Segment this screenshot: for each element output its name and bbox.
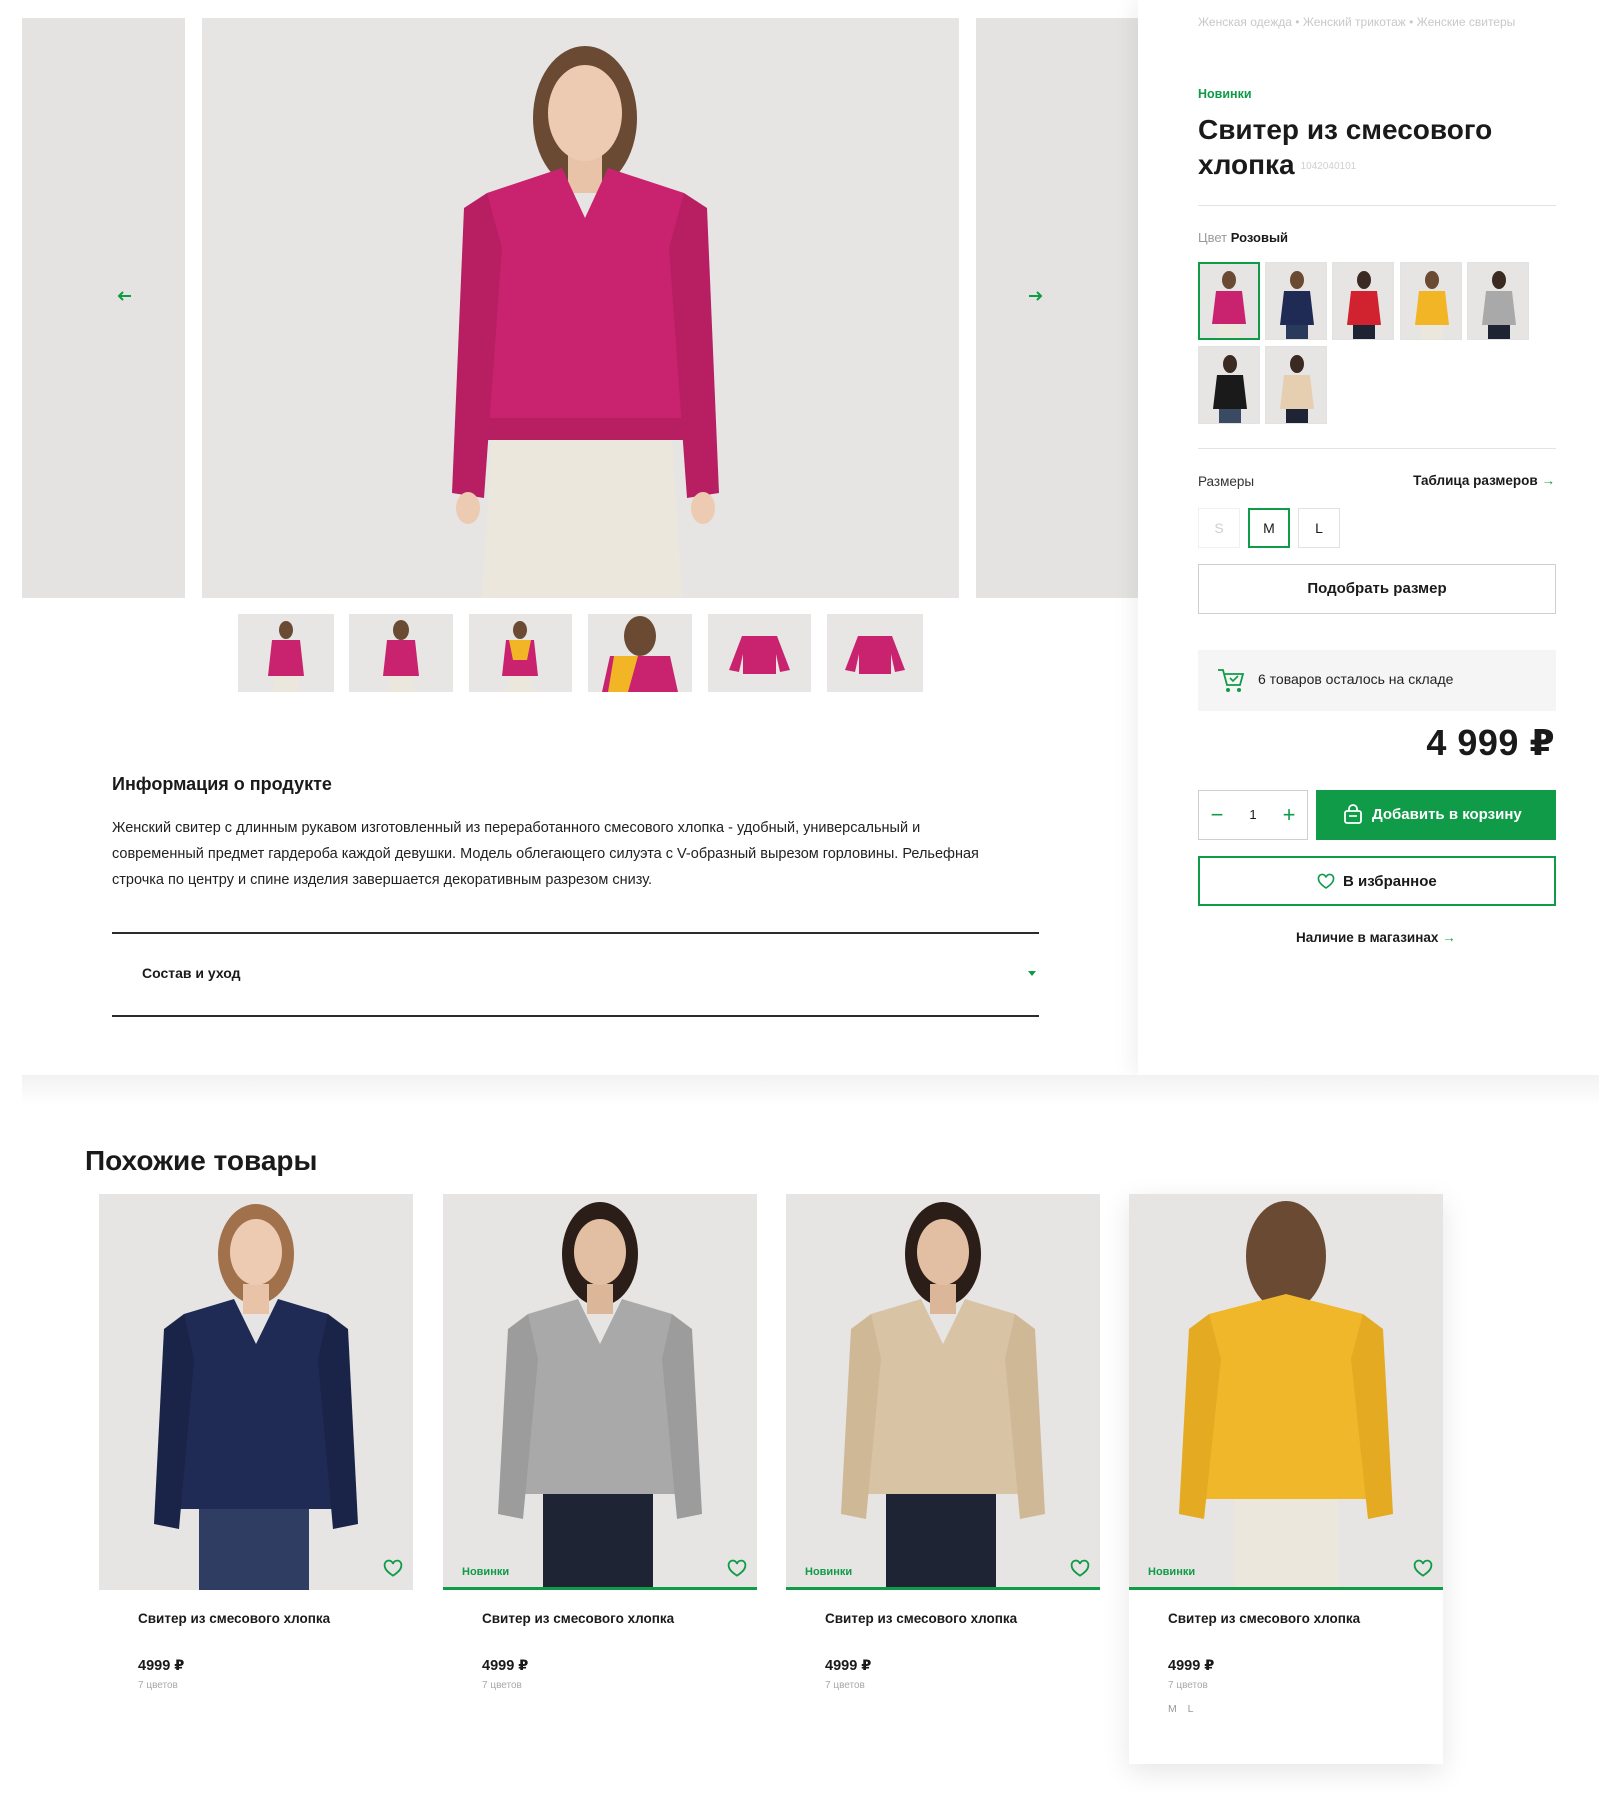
fit-size-button[interactable]: Подобрать размер: [1198, 564, 1556, 614]
stores-label: Наличие в магазинах: [1296, 930, 1439, 945]
similar-products-title: Похожие товары: [85, 1145, 318, 1176]
quantity-value[interactable]: 1: [1235, 791, 1271, 839]
thumbnail-closeup[interactable]: [588, 614, 692, 692]
product-card-colors: 7 цветов: [138, 1680, 178, 1691]
color-swatch-red[interactable]: [1332, 262, 1394, 340]
product-description: Женский свитер с длинным рукавом изготов…: [112, 820, 979, 888]
sizes-label: Размеры: [1198, 474, 1255, 489]
product-card-price: 4999 ₽: [138, 1658, 185, 1674]
cart-icon: [1216, 666, 1246, 694]
product-card-image[interactable]: [1129, 1194, 1443, 1590]
product-card[interactable]: Новинки Свитер из смесового хлопка 4999 …: [786, 1194, 1100, 1764]
section-separator: [22, 1075, 1599, 1105]
divider: [1198, 205, 1556, 206]
product-title: Свитер из смесового хлопка 1042040101: [1198, 112, 1558, 184]
composition-care-accordion[interactable]: Состав и уход: [112, 934, 1039, 1015]
size-table-label: Таблица размеров: [1413, 473, 1538, 488]
thumbnail-front[interactable]: [238, 614, 334, 692]
new-badge: Новинки: [805, 1566, 853, 1578]
add-to-cart-button[interactable]: Добавить в корзину: [1316, 790, 1556, 840]
bag-icon: [1342, 804, 1364, 826]
product-info-title: Информация о продукте: [112, 774, 332, 794]
size-option-l[interactable]: L: [1298, 508, 1340, 548]
product-card-image[interactable]: [99, 1194, 413, 1590]
color-swatch-yellow[interactable]: [1400, 262, 1462, 340]
breadcrumb-item[interactable]: Женский трикотаж: [1303, 15, 1406, 29]
favorites-label: В избранное: [1343, 873, 1437, 890]
arrow-left-icon[interactable]: [113, 284, 137, 308]
product-card-price: 4999 ₽: [825, 1658, 872, 1674]
size-option-m[interactable]: M: [1248, 508, 1290, 548]
product-price: 4 999 ₽: [1426, 722, 1555, 763]
product-card-name[interactable]: Свитер из смесового хлопка: [825, 1611, 1017, 1626]
next-slide[interactable]: [976, 18, 1138, 598]
heart-icon[interactable]: [727, 1559, 747, 1579]
stock-text: 6 товаров осталось на складе: [1258, 671, 1454, 687]
heart-icon: [1317, 873, 1335, 891]
add-to-favorites-button[interactable]: В избранное: [1198, 856, 1556, 906]
breadcrumb-item[interactable]: Женские свитеры: [1417, 15, 1516, 29]
breadcrumb: Женская одежда • Женский трикотаж • Женс…: [1198, 10, 1528, 34]
caret-down-icon: [1025, 966, 1039, 980]
divider: [112, 1015, 1039, 1017]
thumbnail-flat-front[interactable]: [708, 614, 811, 692]
product-card-name[interactable]: Свитер из смесового хлопка: [482, 1611, 674, 1626]
thumbnail-flat-back[interactable]: [827, 614, 923, 692]
heart-icon[interactable]: [1070, 1559, 1090, 1579]
new-badge: Новинки: [1198, 87, 1252, 101]
size-table-link[interactable]: Таблица размеров →: [1413, 473, 1555, 488]
breadcrumb-item[interactable]: Женская одежда: [1198, 15, 1292, 29]
thumbnail-back[interactable]: [349, 614, 453, 692]
product-card-name[interactable]: Свитер из смесового хлопка: [138, 1611, 330, 1626]
color-swatch-pink[interactable]: [1198, 262, 1260, 340]
heart-icon[interactable]: [1413, 1559, 1433, 1579]
color-label: Цвет Розовый: [1198, 230, 1288, 245]
product-sku: 1042040101: [1300, 161, 1357, 173]
new-badge: Новинки: [462, 1566, 510, 1578]
product-panel: Женская одежда • Женский трикотаж • Женс…: [1138, 0, 1599, 1075]
product-card-image[interactable]: [443, 1194, 757, 1590]
minus-icon[interactable]: −: [1199, 791, 1235, 839]
new-badge: Новинки: [1148, 1566, 1196, 1578]
plus-icon[interactable]: +: [1271, 791, 1307, 839]
color-swatch-black[interactable]: [1198, 346, 1260, 424]
product-card-price: 4999 ₽: [482, 1658, 529, 1674]
color-value: Розовый: [1230, 230, 1289, 245]
product-card-colors: 7 цветов: [1168, 1680, 1208, 1691]
thumbnail-strip: [0, 614, 1138, 692]
breadcrumb-separator: •: [1409, 15, 1417, 29]
product-card-image[interactable]: [786, 1194, 1100, 1590]
product-card-colors: 7 цветов: [825, 1680, 865, 1691]
arrow-right-icon[interactable]: [1023, 284, 1047, 308]
color-swatch-navy[interactable]: [1265, 262, 1327, 340]
color-swatch-grey[interactable]: [1467, 262, 1529, 340]
arrow-right-icon: →: [1541, 473, 1556, 488]
divider: [1198, 448, 1556, 449]
color-label-text: Цвет: [1198, 230, 1228, 245]
breadcrumb-separator: •: [1295, 15, 1303, 29]
stock-info: 6 товаров осталось на складе: [1198, 650, 1556, 711]
product-card[interactable]: Новинки Свитер из смесового хлопка 4999 …: [1129, 1194, 1443, 1764]
add-to-cart-label: Добавить в корзину: [1372, 806, 1522, 823]
arrow-right-icon: →: [1442, 930, 1456, 945]
main-product-photo: [202, 18, 959, 598]
product-card-colors: 7 цветов: [482, 1680, 522, 1691]
previous-slide[interactable]: [22, 18, 185, 598]
color-swatch-beige[interactable]: [1265, 346, 1327, 424]
product-card[interactable]: Новинки Свитер из смесового хлопка 4999 …: [443, 1194, 757, 1764]
product-card[interactable]: Свитер из смесового хлопка 4999 ₽ 7 цвет…: [99, 1194, 413, 1764]
accordion-label: Состав и уход: [142, 965, 241, 981]
thumbnail-yellow-layered[interactable]: [469, 614, 572, 692]
product-card-sizes: M L: [1168, 1703, 1198, 1715]
quantity-stepper: − 1 +: [1198, 790, 1308, 840]
product-card-price: 4999 ₽: [1168, 1658, 1215, 1674]
store-availability-link[interactable]: Наличие в магазинах →: [1296, 930, 1456, 945]
product-card-name[interactable]: Свитер из смесового хлопка: [1168, 1611, 1360, 1626]
size-option-s[interactable]: S: [1198, 508, 1240, 548]
heart-icon[interactable]: [383, 1559, 403, 1579]
